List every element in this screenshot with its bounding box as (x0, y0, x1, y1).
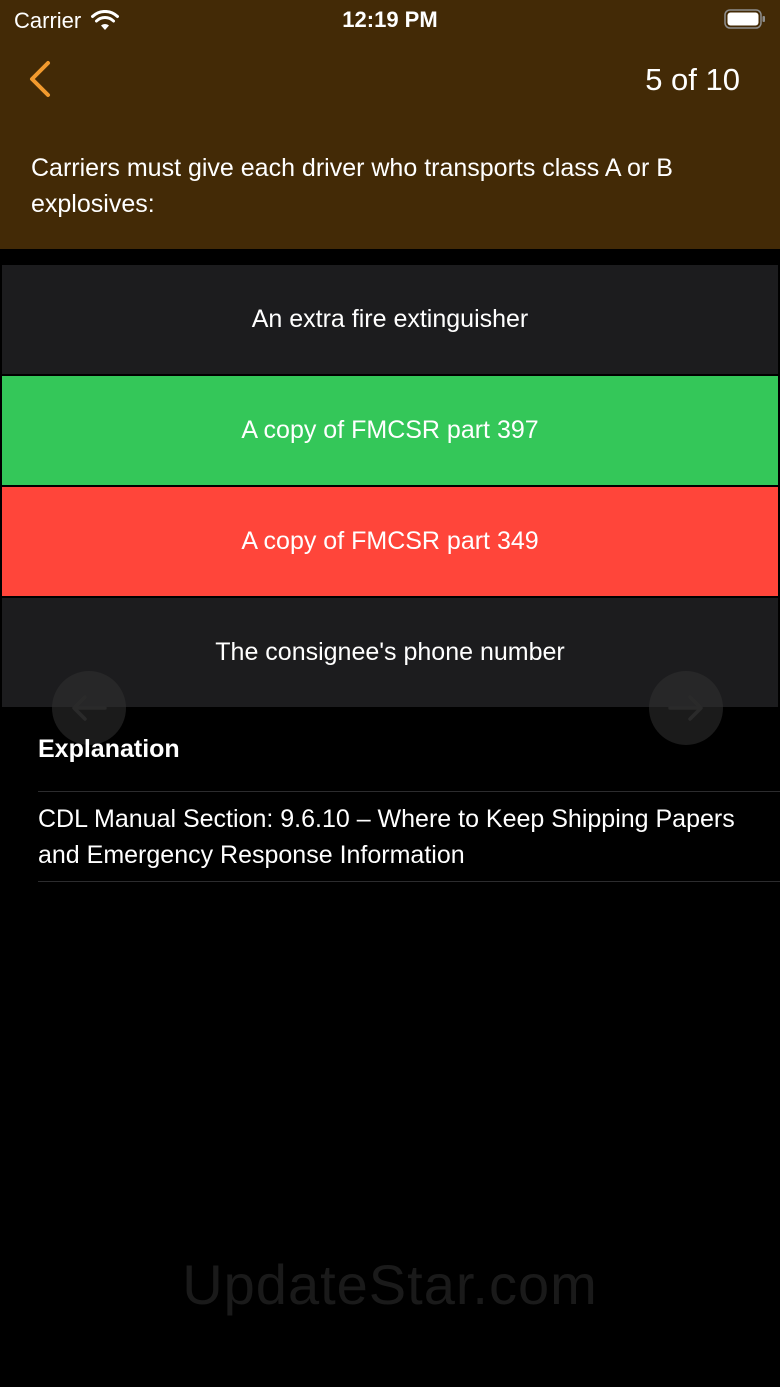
answer-list: An extra fire extinguisher A copy of FMC… (2, 265, 778, 709)
nav-bar: 5 of 10 (0, 50, 780, 110)
explanation-title: Explanation (38, 735, 180, 763)
answer-option-2-correct[interactable]: A copy of FMCSR part 397 (2, 376, 778, 485)
chevron-left-icon (30, 61, 50, 97)
question-progress: 5 of 10 (645, 62, 740, 97)
battery-icon (724, 9, 765, 29)
previous-question-button[interactable] (52, 671, 126, 745)
status-bar: Carrier 12:19 PM (0, 0, 780, 40)
answer-option-1[interactable]: An extra fire extinguisher (2, 265, 778, 374)
divider (38, 881, 780, 882)
question-text: Carriers must give each driver who trans… (31, 154, 673, 218)
header: Carrier 12:19 PM 5 of 10 Carriers must g… (0, 0, 780, 249)
back-button[interactable] (20, 58, 60, 100)
divider (38, 791, 780, 792)
arrow-left-icon (72, 695, 107, 721)
watermark: UpdateStar.com (182, 1253, 598, 1316)
next-question-button[interactable] (649, 671, 723, 745)
explanation-text: CDL Manual Section: 9.6.10 – Where to Ke… (38, 805, 735, 869)
answer-option-3-wrong[interactable]: A copy of FMCSR part 349 (2, 487, 778, 596)
arrow-right-icon (668, 695, 703, 721)
status-time: 12:19 PM (342, 7, 438, 32)
